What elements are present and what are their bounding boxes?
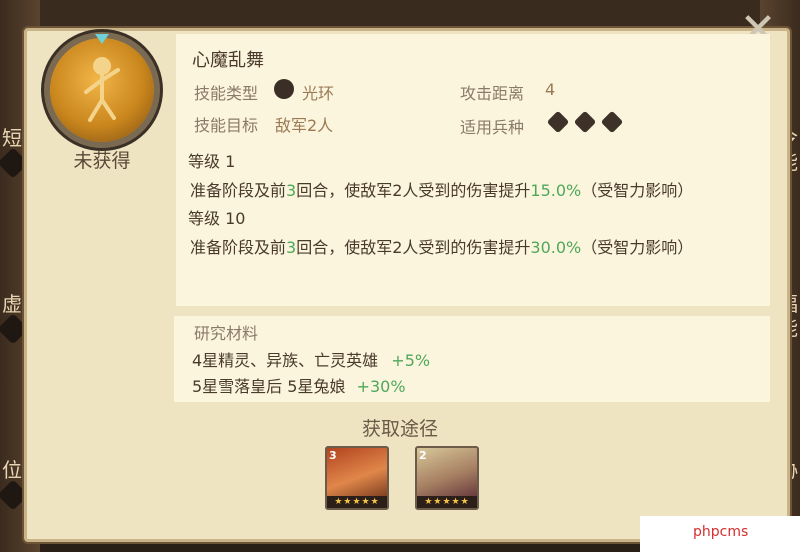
hero-stars: ★★★★★: [327, 496, 387, 508]
material-text: 5星雪落皇后 5星兔娘: [192, 377, 346, 396]
materials-title: 研究材料: [194, 324, 259, 343]
level-label: 等级 1: [188, 152, 236, 171]
hero-stars: ★★★★★: [417, 496, 477, 508]
troop-type-label: 适用兵种: [460, 118, 525, 137]
material-line: 5星雪落皇后 5星兔娘 +30%: [192, 373, 406, 397]
desc-text: 准备阶段及前: [190, 181, 287, 200]
level-description: 准备阶段及前3回合，使敌军2人受到的伤害提升15.0%（受智力影响）: [190, 177, 693, 201]
rounds-value: 3: [286, 181, 297, 200]
material-bonus: +5%: [391, 351, 431, 370]
desc-text: （受智力影响）: [581, 238, 694, 257]
skill-type-value: 光环: [302, 84, 335, 103]
material-bonus: +30%: [356, 377, 406, 396]
acquire-label: 获取途径: [361, 418, 438, 440]
desc-text: 准备阶段及前: [190, 238, 287, 257]
skill-type-label: 技能类型: [194, 84, 259, 103]
hero-card[interactable]: 3 ★★★★★: [325, 446, 389, 510]
level-label: 等级 10: [188, 209, 246, 228]
side-label: 位: [2, 458, 22, 482]
percent-value: 30.0%: [530, 238, 582, 257]
material-text: 4星精灵、异族、亡灵英雄: [192, 351, 379, 370]
skill-status: 未获得: [73, 150, 131, 172]
rounds-value: 3: [286, 238, 297, 257]
skill-info-box: [176, 34, 770, 306]
target-value: 敌军2人: [275, 116, 334, 135]
side-label: 短: [2, 126, 22, 150]
puppet-icon: [84, 57, 120, 122]
hero-card[interactable]: 2 ★★★★★: [415, 446, 479, 510]
desc-text: 回合，使敌军2人受到的伤害提升: [296, 238, 531, 257]
side-label: 虚: [2, 292, 22, 316]
hero-level: 2: [419, 449, 427, 462]
range-label: 攻击距离: [460, 84, 525, 103]
desc-text: 回合，使敌军2人受到的伤害提升: [296, 181, 531, 200]
skill-name: 心魔乱舞: [192, 50, 264, 71]
level-description: 准备阶段及前3回合，使敌军2人受到的伤害提升30.0%（受智力影响）: [190, 234, 693, 258]
material-line: 4星精灵、异族、亡灵英雄 +5%: [192, 347, 430, 371]
watermark: phpcms: [693, 524, 749, 540]
range-value: 4: [545, 80, 556, 99]
hero-level: 3: [329, 449, 337, 462]
background-top: [0, 0, 800, 30]
aura-icon: [274, 79, 294, 99]
target-label: 技能目标: [194, 116, 259, 135]
desc-text: （受智力影响）: [581, 181, 694, 200]
percent-value: 15.0%: [530, 181, 582, 200]
skill-badge: [50, 38, 154, 142]
